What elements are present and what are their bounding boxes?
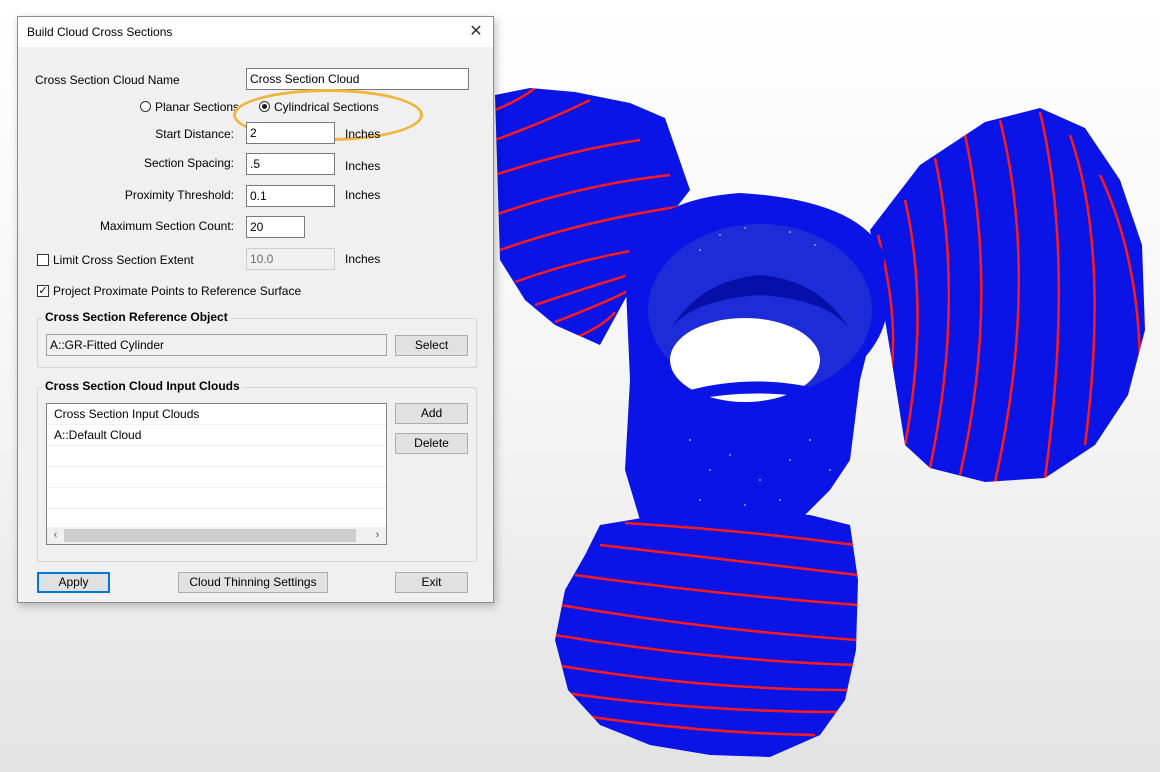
list-item-empty — [47, 488, 386, 509]
apply-button[interactable]: Apply — [37, 572, 110, 593]
input-clouds-group-title: Cross Section Cloud Input Clouds — [42, 379, 243, 393]
start-distance-label: Start Distance: — [155, 127, 234, 141]
bottom-blade — [555, 510, 858, 757]
list-item[interactable]: A::Default Cloud — [47, 425, 386, 446]
start-distance-unit: Inches — [345, 127, 381, 141]
limit-extent-checkbox[interactable] — [37, 254, 49, 266]
scroll-thumb[interactable] — [64, 529, 356, 542]
section-spacing-unit: Inches — [345, 159, 381, 173]
max-section-count-input[interactable]: 20 — [246, 216, 305, 238]
scroll-left-icon[interactable]: ‹ — [47, 527, 64, 544]
dialog-title: Build Cloud Cross Sections — [27, 25, 173, 39]
limit-extent-label[interactable]: Limit Cross Section Extent — [53, 253, 194, 267]
list-header: Cross Section Input Clouds — [47, 404, 386, 425]
input-clouds-list[interactable]: Cross Section Input Clouds A::Default Cl… — [46, 403, 387, 545]
proximity-threshold-label: Proximity Threshold: — [124, 188, 234, 202]
select-button[interactable]: Select — [395, 335, 468, 356]
cloud-name-input[interactable]: Cross Section Cloud — [246, 68, 469, 90]
limit-extent-input[interactable]: 10.0 — [246, 248, 335, 270]
proximity-threshold-unit: Inches — [345, 188, 381, 202]
exit-button[interactable]: Exit — [395, 572, 468, 593]
reference-object-group-title: Cross Section Reference Object — [42, 310, 231, 324]
close-icon[interactable]: ✕ — [459, 17, 493, 47]
delete-cloud-button[interactable]: Delete — [395, 433, 468, 454]
proximity-threshold-input[interactable]: 0.1 — [246, 185, 335, 207]
cloud-name-label: Cross Section Cloud Name — [35, 73, 180, 87]
start-distance-input[interactable]: 2 — [246, 122, 335, 144]
dialog-titlebar: Build Cloud Cross Sections ✕ — [18, 17, 493, 47]
list-item-empty — [47, 446, 386, 467]
limit-extent-unit: Inches — [345, 252, 381, 266]
build-cross-sections-dialog: Build Cloud Cross Sections ✕ Cross Secti… — [17, 16, 494, 603]
scroll-right-icon[interactable]: › — [369, 527, 386, 544]
list-item-empty — [47, 467, 386, 488]
project-points-label[interactable]: Project Proximate Points to Reference Su… — [53, 284, 301, 298]
project-points-checkbox[interactable]: ✓ — [37, 285, 49, 297]
cloud-thinning-settings-button[interactable]: Cloud Thinning Settings — [178, 572, 328, 593]
planar-sections-radio[interactable] — [140, 101, 151, 112]
section-spacing-label: Section Spacing: — [143, 156, 234, 170]
section-spacing-input[interactable]: .5 — [246, 153, 335, 175]
reference-object-field: A::GR-Fitted Cylinder — [46, 334, 387, 356]
max-section-count-label: Maximum Section Count: — [99, 219, 234, 233]
right-blade — [870, 108, 1145, 482]
horizontal-scrollbar[interactable]: ‹ › — [47, 527, 386, 544]
planar-sections-label[interactable]: Planar Sections — [155, 100, 239, 114]
add-cloud-button[interactable]: Add — [395, 403, 468, 424]
